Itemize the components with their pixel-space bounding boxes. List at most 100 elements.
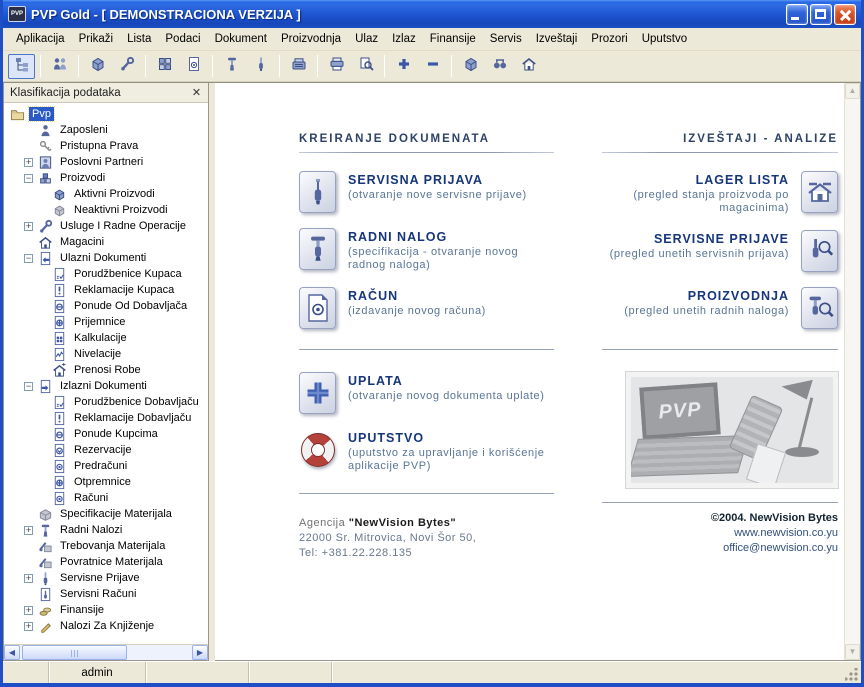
scroll-up-icon[interactable]: ▲ <box>845 83 860 99</box>
tree-label[interactable]: Izlazni Dokumenti <box>57 379 150 393</box>
kalkulacija-button[interactable] <box>151 54 178 79</box>
tree-label[interactable]: Poslovni Partneri <box>57 155 146 169</box>
tree-label[interactable]: Neaktivni Proizvodi <box>71 203 171 217</box>
tree-label[interactable]: Servisne Prijave <box>57 571 142 585</box>
tree-label[interactable]: Radni Nalozi <box>57 523 125 537</box>
collapse-icon[interactable]: − <box>24 254 33 263</box>
servisna-prijava-button[interactable] <box>247 54 274 79</box>
tree-item-reklamacije-dobavlja-u[interactable]: Reklamacije Dobavljaču <box>4 410 208 426</box>
action-ra-un[interactable]: RAČUN(izdavanje novog računa) <box>299 287 554 329</box>
tree-label[interactable]: Računi <box>71 491 111 505</box>
tree-item-servisne-prijave[interactable]: + Servisne Prijave <box>4 570 208 586</box>
tree-item-finansije[interactable]: + Finansije <box>4 602 208 618</box>
tree-item-radni-nalozi[interactable]: + Radni Nalozi <box>4 522 208 538</box>
tree-label[interactable]: Servisni Računi <box>57 587 139 601</box>
tree-item-zaposleni[interactable]: Zaposleni <box>4 122 208 138</box>
tree-label[interactable]: Magacini <box>57 235 107 249</box>
tree-item-porud-benice-kupaca[interactable]: Porudžbenice Kupaca <box>4 266 208 282</box>
tree-item-pristupna-prava[interactable]: Pristupna Prava <box>4 138 208 154</box>
print-button[interactable] <box>323 54 350 79</box>
tree-label[interactable]: Pvp <box>29 107 54 121</box>
menu-izve-taji[interactable]: Izveštaji <box>529 30 585 48</box>
tree-item-aktivni-proizvodi[interactable]: Aktivni Proizvodi <box>4 186 208 202</box>
menu-podaci[interactable]: Podaci <box>158 30 207 48</box>
tree-item-rezervacije[interactable]: Rezervacije <box>4 442 208 458</box>
menu-proizvodnja[interactable]: Proizvodnja <box>274 30 348 48</box>
tree-item-usluge-i-radne-operacije[interactable]: +Usluge I Radne Operacije <box>4 218 208 234</box>
expand-icon[interactable]: + <box>24 574 33 583</box>
docTarget-icon[interactable] <box>299 287 336 329</box>
tree-label[interactable]: Povratnice Materijala <box>57 555 166 569</box>
action-lager-lista[interactable]: LAGER LISTA(pregled stanja proizvoda po … <box>602 171 838 215</box>
resize-grip[interactable] <box>845 668 859 682</box>
tree-label[interactable]: Nivelacije <box>71 347 124 361</box>
tree-item-pvp[interactable]: Pvp <box>4 106 208 122</box>
panel-close-icon[interactable]: ✕ <box>189 86 204 100</box>
tree-item-kalkulacije[interactable]: Kalkulacije <box>4 330 208 346</box>
screwdriver-icon[interactable] <box>299 171 336 213</box>
expand-icon[interactable]: + <box>24 622 33 631</box>
expand-icon[interactable]: + <box>24 526 33 535</box>
tree-label[interactable]: Prenosi Robe <box>71 363 144 377</box>
tree-item-proizvodi[interactable]: − Proizvodi <box>4 170 208 186</box>
action-title[interactable]: RADNI NALOG <box>348 230 554 244</box>
minimize-button[interactable] <box>786 4 808 25</box>
tree-item-magacini[interactable]: Magacini <box>4 234 208 250</box>
tree-item-neaktivni-proizvodi[interactable]: Neaktivni Proizvodi <box>4 202 208 218</box>
tree-item-ponude-kupcima[interactable]: Ponude Kupcima <box>4 426 208 442</box>
tree-item-nivelacije[interactable]: Nivelacije <box>4 346 208 362</box>
scroll-left-icon[interactable]: ◀ <box>4 645 20 660</box>
expand-icon[interactable]: + <box>24 606 33 615</box>
tree-label[interactable]: Ulazni Dokumenti <box>57 251 149 265</box>
menu-izlaz[interactable]: Izlaz <box>385 30 423 48</box>
action-title[interactable]: UPUTSTVO <box>348 431 554 445</box>
tree-item-servisni-ra-uni[interactable]: Servisni Računi <box>4 586 208 602</box>
tree-label[interactable]: Zaposleni <box>57 123 111 137</box>
tree-label[interactable]: Predračuni <box>71 459 130 473</box>
action-servisne-prijave[interactable]: SERVISNE PRIJAVE(pregled unetih servisni… <box>602 230 838 272</box>
tree-label[interactable]: Specifikacije Materijala <box>57 507 175 521</box>
expand-icon[interactable]: + <box>24 158 33 167</box>
lager-button[interactable] <box>457 54 484 79</box>
main-vertical-scrollbar[interactable]: ▲ ▼ <box>844 83 860 660</box>
action-proizvodnja[interactable]: PROIZVODNJA(pregled unetih radnih naloga… <box>602 287 838 329</box>
action-title[interactable]: SERVISNA PRIJAVA <box>348 173 527 187</box>
tree-label[interactable]: Ponude Od Dobavljača <box>71 299 190 313</box>
tree-item-porud-benice-dobavlja-u[interactable]: Porudžbenice Dobavljaču <box>4 394 208 410</box>
kasa-button[interactable] <box>285 54 312 79</box>
tree-label[interactable]: Porudžbenice Dobavljaču <box>71 395 202 409</box>
tree-label[interactable]: Usluge I Radne Operacije <box>57 219 189 233</box>
tree-item-nalozi-za-knji-enje[interactable]: +Nalozi Za Knjiženje <box>4 618 208 634</box>
tree-horizontal-scrollbar[interactable]: ◀ ▶ <box>4 644 208 660</box>
add-button[interactable] <box>390 54 417 79</box>
tree-item-predra-uni[interactable]: Predračuni <box>4 458 208 474</box>
title-bar[interactable]: PVP PVP Gold - [ DEMONSTRACIONA VERZIJA … <box>3 0 861 28</box>
tree-label[interactable]: Aktivni Proizvodi <box>71 187 158 201</box>
scrollbar-thumb[interactable] <box>22 645 127 660</box>
tree-label[interactable]: Kalkulacije <box>71 331 130 345</box>
collapse-icon[interactable]: − <box>24 382 33 391</box>
menu-uputstvo[interactable]: Uputstvo <box>635 30 694 48</box>
tree-label[interactable]: Proizvodi <box>57 171 108 185</box>
tree-label[interactable]: Otpremnice <box>71 475 134 489</box>
tree-label[interactable]: Finansije <box>57 603 107 617</box>
search-button[interactable] <box>486 54 513 79</box>
employees-button[interactable] <box>46 54 73 79</box>
tree-item-trebovanja-materijala[interactable]: Trebovanja Materijala <box>4 538 208 554</box>
tree-label[interactable]: Reklamacije Kupaca <box>71 283 177 297</box>
tree-item-izlazni-dokumenti[interactable]: − Izlazni Dokumenti <box>4 378 208 394</box>
tree-item-reklamacije-kupaca[interactable]: Reklamacije Kupaca <box>4 282 208 298</box>
menu-servis[interactable]: Servis <box>483 30 529 48</box>
action-uputstvo[interactable]: UPUTSTVO(uputstvo za upravljanje i koriš… <box>299 429 554 473</box>
action-radni-nalog[interactable]: RADNI NALOG(specifikacija - otvaranje no… <box>299 228 554 272</box>
tree-item-prijemnice[interactable]: Prijemnice <box>4 314 208 330</box>
menu-lista[interactable]: Lista <box>120 30 158 48</box>
menu-prozori[interactable]: Prozori <box>584 30 634 48</box>
tree-item-ponude-od-dobavlja-a[interactable]: Ponude Od Dobavljača <box>4 298 208 314</box>
services-button[interactable] <box>113 54 140 79</box>
collapse-icon[interactable]: − <box>24 174 33 183</box>
tree-label[interactable]: Trebovanja Materijala <box>57 539 168 553</box>
tree-item-specifikacije-materijala[interactable]: Specifikacije Materijala <box>4 506 208 522</box>
action-title[interactable]: SERVISNE PRIJAVE <box>610 232 789 246</box>
print-preview-button[interactable] <box>352 54 379 79</box>
